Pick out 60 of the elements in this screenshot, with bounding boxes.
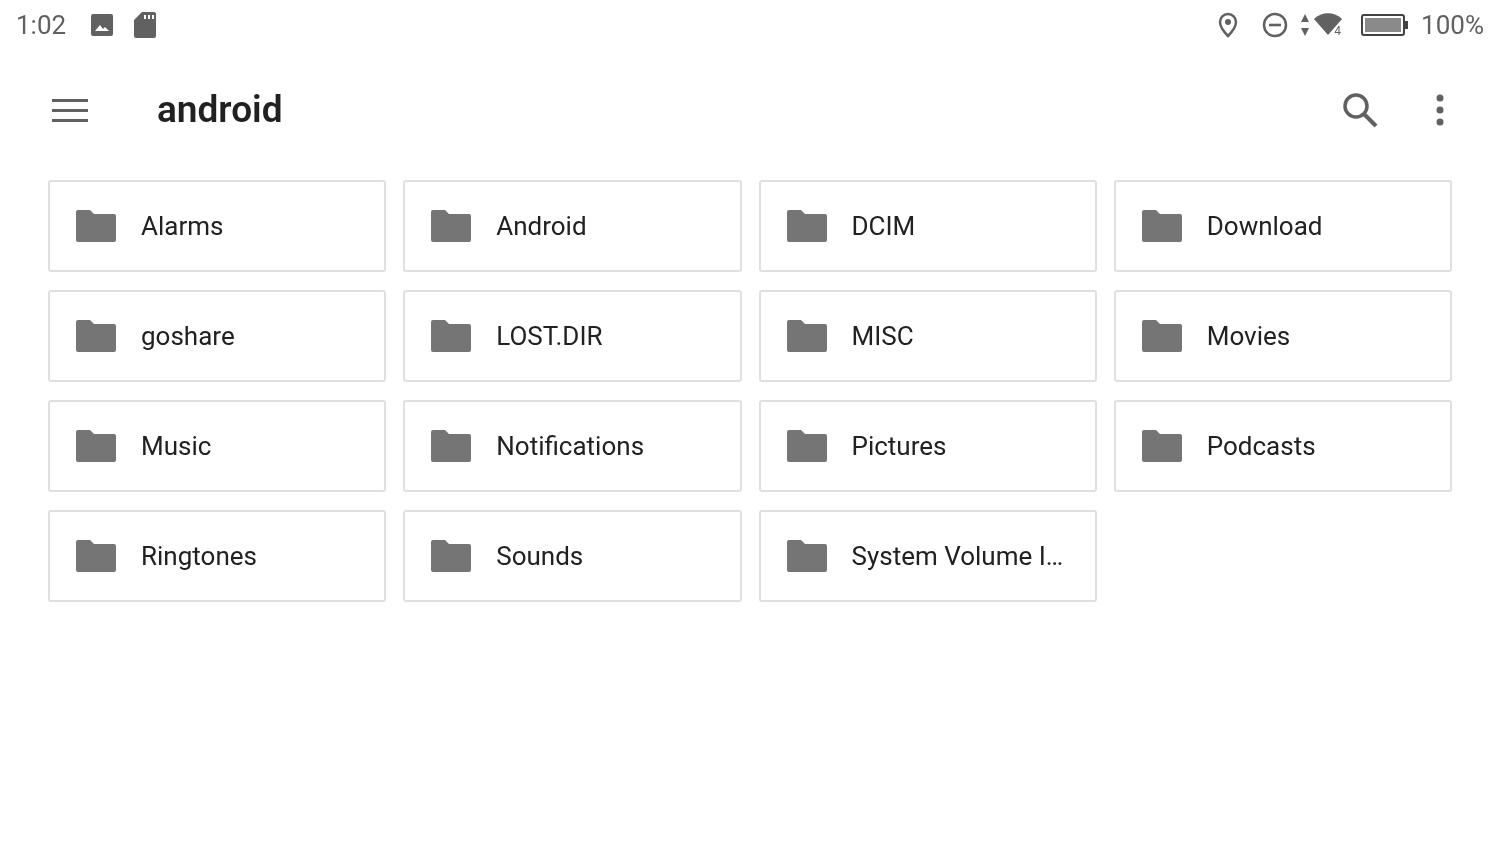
- battery-percentage: 100%: [1421, 8, 1484, 42]
- folder-icon: [76, 540, 116, 572]
- folder-icon: [1141, 320, 1182, 352]
- search-button[interactable]: [1340, 90, 1380, 130]
- folder-card[interactable]: Download: [1113, 180, 1452, 272]
- folder-icon: [431, 320, 472, 352]
- folder-card[interactable]: Ringtones: [48, 510, 387, 602]
- folder-name: goshare: [141, 319, 235, 353]
- folder-icon: [431, 430, 472, 462]
- folder-icon: [786, 430, 827, 462]
- folder-card[interactable]: Alarms: [48, 180, 387, 272]
- folder-icon: [786, 540, 827, 572]
- folder-name: DCIM: [851, 209, 916, 243]
- do-not-disturb-icon: [1262, 12, 1289, 38]
- folder-icon: [76, 210, 116, 242]
- folder-card[interactable]: Music: [48, 400, 387, 492]
- sd-card-icon: [134, 12, 157, 38]
- wifi-icon: [1314, 13, 1343, 37]
- menu-icon: [52, 98, 88, 122]
- location-icon: [1218, 12, 1239, 38]
- folder-name: Music: [141, 429, 212, 463]
- folder-card[interactable]: MISC: [758, 290, 1097, 382]
- folder-name: Android: [496, 209, 587, 243]
- folder-card[interactable]: Pictures: [758, 400, 1097, 492]
- folder-card[interactable]: System Volume I…: [758, 510, 1097, 602]
- folder-card[interactable]: Podcasts: [1113, 400, 1452, 492]
- folder-name: Movies: [1206, 319, 1291, 353]
- folder-icon: [76, 320, 116, 352]
- folder-icon: [786, 210, 827, 242]
- folder-card[interactable]: LOST.DIR: [403, 290, 742, 382]
- folder-name: Download: [1206, 209, 1323, 243]
- folder-name: MISC: [851, 319, 914, 353]
- folder-card[interactable]: Movies: [1113, 290, 1452, 382]
- toolbar-title: android: [157, 87, 283, 134]
- clock: 1:02: [16, 8, 67, 42]
- network-label: 4: [1334, 23, 1342, 40]
- folder-icon: [76, 430, 116, 462]
- folder-icon: [786, 320, 827, 352]
- folder-icon: [431, 210, 472, 242]
- folder-icon: [431, 540, 472, 572]
- folder-name: LOST.DIR: [496, 319, 603, 353]
- folder-card[interactable]: DCIM: [758, 180, 1097, 272]
- folder-card[interactable]: Sounds: [403, 510, 742, 602]
- folder-name: Podcasts: [1206, 429, 1316, 463]
- battery-icon: [1361, 13, 1410, 37]
- folder-name: Alarms: [141, 209, 224, 243]
- folder-card[interactable]: Notifications: [403, 400, 742, 492]
- folder-name: System Volume I…: [851, 539, 1064, 573]
- folder-name: Sounds: [496, 539, 584, 573]
- image-icon: [90, 13, 115, 37]
- folder-name: Notifications: [496, 429, 645, 463]
- folder-icon: [1141, 210, 1182, 242]
- data-arrows-icon: [1300, 13, 1311, 37]
- folder-name: Ringtones: [141, 539, 257, 573]
- folder-icon: [1141, 430, 1182, 462]
- folder-card[interactable]: goshare: [48, 290, 387, 382]
- folder-name: Pictures: [851, 429, 947, 463]
- search-icon: [1342, 92, 1378, 128]
- more-options-icon: [1436, 94, 1444, 126]
- folder-card[interactable]: Android: [403, 180, 742, 272]
